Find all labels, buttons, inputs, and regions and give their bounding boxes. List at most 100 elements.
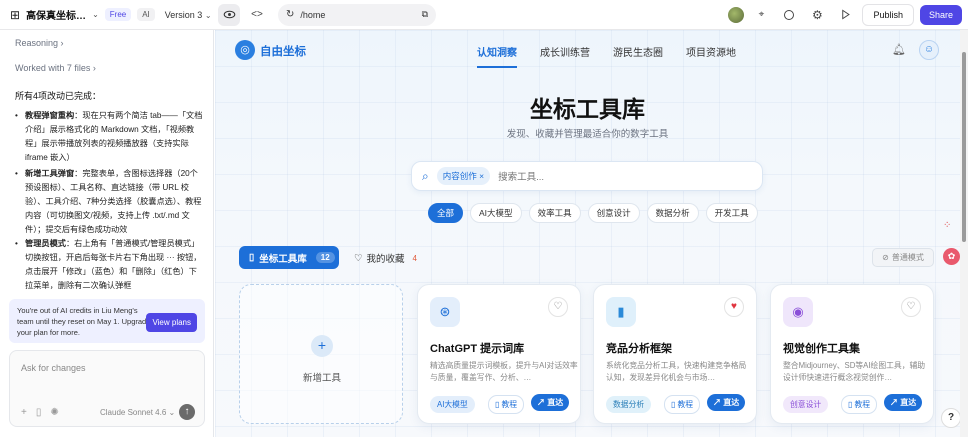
view-plans-button[interactable]: View plans (146, 313, 197, 332)
send-arrow-icon[interactable]: ↑ (179, 404, 195, 420)
composer-tools: + ▯ ✺ (21, 407, 59, 418)
page-subtitle: 发现、收藏并管理最适合你的数字工具 (506, 129, 669, 140)
filter-chip-content-creation[interactable]: 内容创作 × (436, 167, 491, 185)
tutorial-label: 教程 (501, 400, 518, 409)
compass-logo-icon[interactable]: ◎ (235, 40, 255, 60)
credits-notice: You're out of AI credits in Liu Meng's t… (9, 299, 205, 343)
favorite-heart-icon[interactable]: ♡ (548, 297, 568, 317)
publish-button[interactable]: Publish (862, 3, 914, 26)
category-efficiency[interactable]: 效率工具 (528, 203, 581, 223)
bullet-text: ：完整表单，含图标选择器（20个预设图标）、工具名称、直达链接（带 URL 校验… (25, 169, 202, 234)
bullet-dot: • (15, 169, 18, 178)
plan-badge: Free (104, 8, 132, 21)
bell-icon[interactable]: 🔔︎ (892, 43, 906, 56)
tool-description: 整合Midjourney、SD等AI绘图工具，辅助设计师快速进行概念视觉创作… (783, 361, 926, 382)
external-link-icon: ↗ (890, 398, 898, 407)
tab-tool-library[interactable]: ▯ 坐标工具库 12 (239, 246, 339, 269)
target-icon[interactable]: ⌖ (750, 4, 772, 26)
brand-name[interactable]: 自由坐标 (260, 43, 306, 59)
add-tool-card[interactable]: + 新增工具 (239, 284, 403, 424)
floating-assistant-icon[interactable]: ✿ (943, 248, 960, 265)
share-button[interactable]: Share (919, 4, 962, 25)
reasoning-toggle[interactable]: Reasoning › (0, 38, 64, 48)
open-external-icon[interactable]: ⧉ (422, 9, 428, 20)
bar-chart-icon: ▮ (606, 297, 636, 327)
tool-card[interactable]: ◉ ♡ 视觉创作工具集 整合Midjourney、SD等AI绘图工具，辅助设计师… (770, 284, 934, 424)
nav-link-ecosystem[interactable]: 游民生态圈 (613, 44, 663, 59)
grid-apps-icon[interactable]: ⁘ (943, 220, 957, 234)
open-link-label: 直达 (723, 398, 740, 407)
url-path: /home (300, 9, 326, 20)
brain-icon: ⊛ (430, 297, 460, 327)
category-dev-tools[interactable]: 开发工具 (705, 203, 758, 223)
category-ai-models[interactable]: AI大模型 (470, 203, 522, 223)
chevron-down-icon[interactable]: ⌄ (92, 10, 99, 19)
url-bar[interactable]: ↻ /home ⧉ (278, 3, 436, 26)
tab-count: 12 (315, 252, 335, 263)
bullet-title: 管理员模式 (25, 239, 66, 248)
tab-favorites[interactable]: ♡ 我的收藏 4 (354, 251, 417, 266)
version-selector[interactable]: Version 3 ⌄ (165, 10, 212, 20)
tool-card[interactable]: ▮ ♥ 竞品分析框架 系统化竞品分析工具，快速构建竞争格局认知，发现差异化机会与… (593, 284, 757, 424)
nav-link-resources[interactable]: 项目资源地 (686, 44, 736, 59)
plus-icon[interactable]: + (21, 407, 27, 418)
play-icon[interactable] (834, 4, 856, 26)
external-link-icon: ↗ (713, 398, 721, 407)
project-name[interactable]: 高保真坐标… (26, 7, 86, 22)
help-button[interactable]: ? (941, 408, 960, 428)
preview-eye-icon[interactable] (218, 3, 240, 26)
category-all[interactable]: 全部 (428, 203, 464, 223)
preview-scrollbar[interactable] (960, 30, 968, 437)
tool-name: 竞品分析框架 (606, 343, 672, 355)
view-controls: <> ↻ /home ⧉ (218, 3, 436, 26)
bullet-title: 新增工具弹窗 (25, 169, 75, 178)
bullet-item: • 管理员模式：右上角有「普通模式/管理员模式」切换按钮，开启后每张卡片右下角出… (15, 237, 205, 293)
chat-composer[interactable]: Ask for changes + ▯ ✺ Claude Sonnet 4.6 … (9, 350, 205, 427)
nav-link-growth[interactable]: 成长训练营 (540, 44, 590, 59)
open-link-button[interactable]: ↗ 直达 (884, 394, 923, 411)
ai-badge: AI (137, 8, 155, 21)
tool-search-bar[interactable]: ⌕ 内容创作 × 搜索工具... (411, 161, 763, 191)
top-bar: ⊞ 高保真坐标… ⌄ Free AI Version 3 ⌄ <> ↻ /hom… (0, 0, 968, 30)
gear-icon[interactable]: ⚙ (806, 4, 828, 26)
favorite-heart-icon[interactable]: ♡ (901, 297, 921, 317)
mode-toggle-button[interactable]: ⊘ 普通模式 (872, 248, 934, 267)
refresh-icon[interactable]: ↻ (286, 9, 294, 20)
site-navbar: ◎ 自由坐标 认知洞察 成长训练营 游民生态圈 项目资源地 🔔︎ ☺ (215, 30, 960, 72)
search-icon: ⌕ (422, 168, 429, 183)
tutorial-button[interactable]: ▯ 教程 (488, 395, 525, 414)
sparkle-icon[interactable]: ✺ (50, 407, 58, 418)
comment-icon[interactable] (778, 4, 800, 26)
scrollbar-thumb[interactable] (962, 52, 966, 242)
tool-card[interactable]: ⊛ ♡ ChatGPT 提示词库 精选高质量提示词模板，提升与AI对话效率与质量… (417, 284, 581, 424)
app-logo-icon[interactable]: ⊞ (10, 8, 20, 22)
chat-panel: Reasoning › Worked with 7 files › 所有4项改动… (0, 30, 214, 437)
tutorial-button[interactable]: ▯ 教程 (664, 395, 701, 414)
category-data-analysis[interactable]: 数据分析 (646, 203, 699, 223)
code-icon[interactable]: <> (246, 4, 268, 26)
add-tool-label: 新增工具 (302, 373, 341, 384)
reasoning-label: Reasoning (15, 38, 59, 48)
open-link-button[interactable]: ↗ 直达 (707, 394, 746, 411)
collaborator-avatar[interactable] (728, 6, 745, 23)
palette-icon: ◉ (783, 297, 813, 327)
search-input[interactable]: 搜索工具... (498, 169, 544, 183)
tutorial-label: 教程 (677, 400, 694, 409)
favorite-heart-icon[interactable]: ♥ (724, 297, 744, 317)
model-selector[interactable]: Claude Sonnet 4.6 ⌄ (100, 408, 175, 417)
worked-files-toggle[interactable]: Worked with 7 files › (0, 63, 96, 73)
user-avatar-icon[interactable]: ☺ (919, 40, 939, 60)
plus-icon: + (311, 335, 333, 357)
category-design[interactable]: 创意设计 (587, 203, 640, 223)
nav-link-insight[interactable]: 认知洞察 (477, 44, 517, 68)
book-icon[interactable]: ▯ (36, 407, 42, 418)
page-title: 坐标工具库 (530, 96, 645, 122)
top-actions: ⌖ ⚙ Publish Share (728, 3, 968, 26)
site-preview: ◎ 自由坐标 认知洞察 成长训练营 游民生态圈 项目资源地 🔔︎ ☺ 坐标工具库… (215, 30, 960, 437)
tool-category-tag: AI大模型 (430, 396, 475, 413)
worked-files-label: Worked with 7 files (15, 63, 91, 73)
bullet-item: • 教程弹窗重构：现在只有两个简洁 tab——「文档介绍」展示格式化的 Mark… (15, 109, 205, 165)
tutorial-button[interactable]: ▯ 教程 (841, 395, 878, 414)
composer-placeholder: Ask for changes (21, 363, 86, 373)
open-link-button[interactable]: ↗ 直达 (531, 394, 570, 411)
